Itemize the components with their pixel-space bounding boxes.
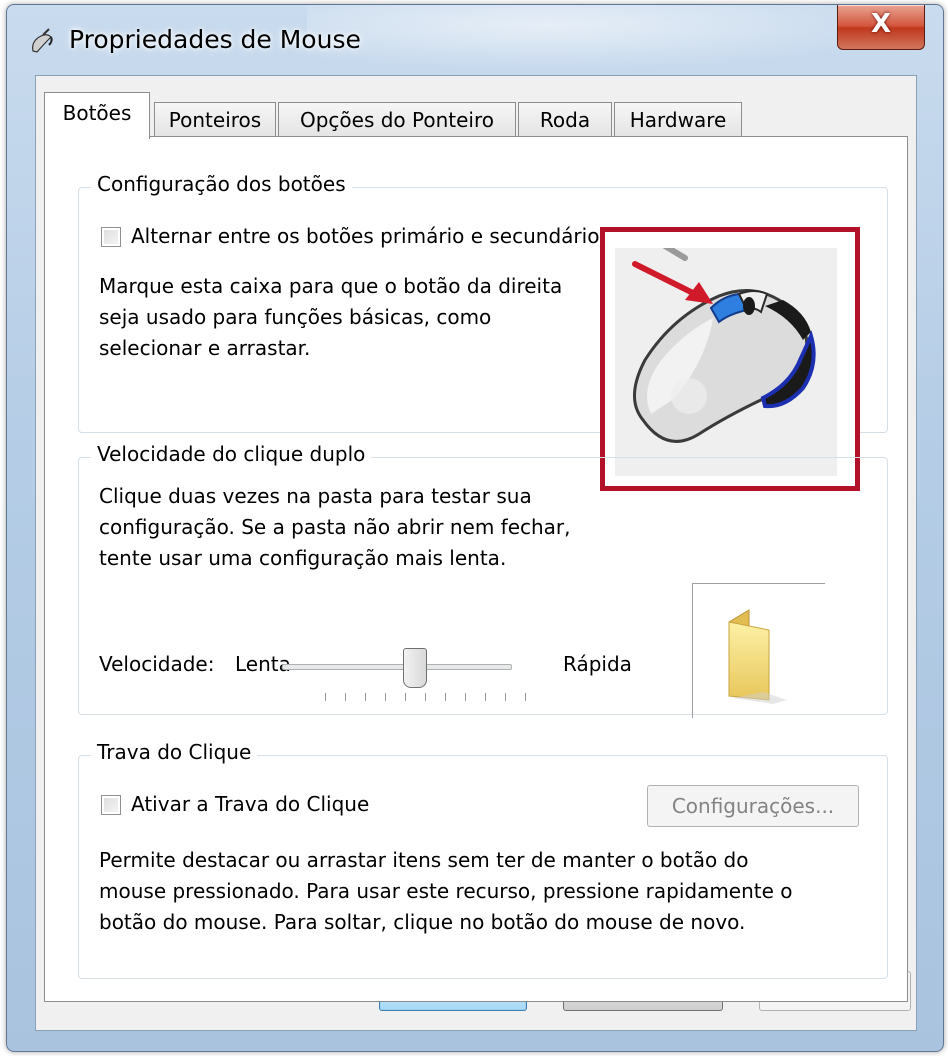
double-click-description: Clique duas vezes na pasta para testar s… xyxy=(99,481,659,574)
slider-tick xyxy=(425,693,426,701)
dialog-body: Botões Ponteiros Opções do Ponteiro Roda… xyxy=(35,75,917,1031)
switch-buttons-row[interactable]: Alternar entre os botões primário e secu… xyxy=(101,221,599,252)
tab-panel-botoes: Configuração dos botões Alternar entre o… xyxy=(44,136,908,1002)
mouse-preview-highlight xyxy=(600,227,860,491)
title-bar-glow xyxy=(307,5,907,71)
description-line: Marque esta caixa para que o botão da di… xyxy=(99,274,563,298)
slider-tick xyxy=(365,693,366,701)
tab-botoes[interactable]: Botões xyxy=(44,92,150,139)
button-configuration-title: Configuração dos botões xyxy=(91,172,352,196)
slider-tick xyxy=(485,693,486,701)
click-lock-row[interactable]: Ativar a Trava do Clique xyxy=(101,789,369,820)
mouse-properties-dialog: Propriedades de Mouse X Botões Ponteiros… xyxy=(6,4,944,1052)
tab-hardware[interactable]: Hardware xyxy=(614,102,742,137)
description-line: Permite destacar ou arrastar itens sem t… xyxy=(99,848,749,872)
description-line: selecionar e arrastar. xyxy=(99,336,311,360)
slider-tick xyxy=(445,693,446,701)
double-click-speed-slider-thumb[interactable] xyxy=(403,648,427,688)
click-lock-description: Permite destacar ou arrastar itens sem t… xyxy=(99,845,879,938)
click-lock-label: Ativar a Trava do Clique xyxy=(131,792,370,816)
fast-label: Rápida xyxy=(563,652,632,676)
description-line: seja usado para funções básicas, como xyxy=(99,305,492,329)
description-line: mouse pressionado. Para usar este recurs… xyxy=(99,879,793,903)
description-line: Clique duas vezes na pasta para testar s… xyxy=(99,484,532,508)
tab-ponteiros[interactable]: Ponteiros xyxy=(154,102,276,137)
click-lock-checkbox[interactable] xyxy=(101,794,121,815)
tab-roda[interactable]: Roda xyxy=(518,102,612,137)
description-line: configuração. Se a pasta não abrir nem f… xyxy=(99,515,571,539)
switch-buttons-checkbox[interactable] xyxy=(101,226,121,247)
slider-tick xyxy=(505,693,506,701)
click-lock-title: Trava do Clique xyxy=(91,740,258,764)
mouse-preview xyxy=(615,231,837,476)
switch-buttons-label: Alternar entre os botões primário e secu… xyxy=(131,224,600,248)
slider-tick xyxy=(385,693,386,701)
slider-tick xyxy=(465,693,466,701)
button-configuration-description: Marque esta caixa para que o botão da di… xyxy=(99,271,579,364)
tab-opcoes-do-ponteiro[interactable]: Opções do Ponteiro xyxy=(278,102,516,137)
slider-tick xyxy=(345,693,346,701)
window-title: Propriedades de Mouse xyxy=(69,25,361,54)
slider-tick xyxy=(525,693,526,701)
close-button[interactable]: X xyxy=(837,5,925,50)
folder-icon[interactable] xyxy=(703,596,823,716)
close-icon: X xyxy=(870,9,892,39)
description-line: tente usar uma configuração mais lenta. xyxy=(99,546,507,570)
description-line: botão do mouse. Para soltar, clique no b… xyxy=(99,910,746,934)
double-click-speed-slider[interactable] xyxy=(282,664,512,670)
mouse-icon xyxy=(32,28,53,53)
title-bar[interactable]: Propriedades de Mouse X xyxy=(7,5,943,75)
test-folder-area[interactable] xyxy=(692,583,825,718)
mouse-illustration xyxy=(632,231,816,443)
click-lock-settings-button[interactable]: Configurações... xyxy=(647,785,859,827)
slider-tick xyxy=(325,693,326,701)
speed-label: Velocidade: xyxy=(99,652,215,676)
double-click-speed-title: Velocidade do clique duplo xyxy=(91,442,372,466)
slider-tick xyxy=(405,693,406,701)
